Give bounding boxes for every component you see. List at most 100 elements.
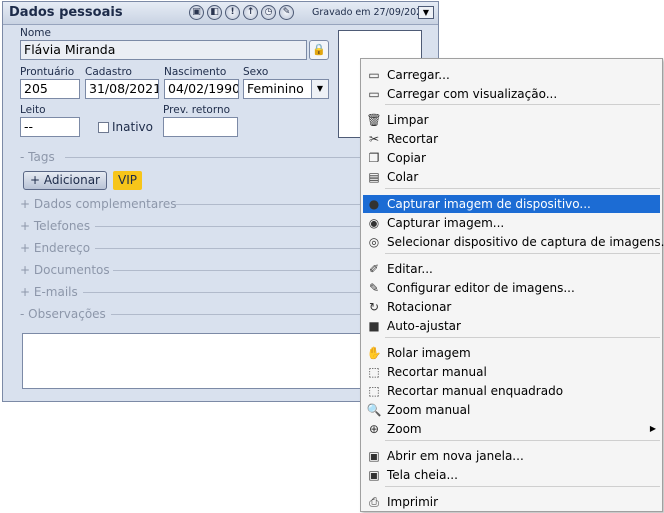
menu-item-label: Rotacionar [387,300,452,314]
zoom-icon: ⊕ [368,422,380,436]
menu-item[interactable]: ▣ Tela cheia... [363,466,660,484]
leito-field[interactable]: -- [20,117,80,137]
menu-item[interactable]: ↻ Rotacionar [363,298,660,316]
camera-icon: ◉ [368,216,380,230]
chevron-down-icon[interactable]: ▼ [311,80,328,98]
sexo-select[interactable]: Feminino ▼ [243,79,329,99]
panel-title: Dados pessoais [9,5,123,20]
add-tag-button[interactable]: + Adicionar [23,171,107,190]
menu-item[interactable]: ❐ Copiar [363,149,660,167]
menu-separator [385,486,660,487]
menu-item-label: Configurar editor de imagens... [387,281,575,295]
nome-field[interactable]: Flávia Miranda [20,40,307,60]
section-tags[interactable]: - Tags [20,150,55,164]
divider [95,226,361,227]
saved-status: Gravado em 27/09/2023 [312,7,429,18]
panel-titlebar: Dados pessoais ▣ ◧! ↑ ◷ ✎ Gravado em 27/09/2… [3,2,438,25]
menu-item[interactable]: ▣ Abrir em nova janela... [363,447,660,465]
nascimento-field[interactable]: 04/02/1990 [164,79,239,99]
menu-separator [385,253,660,254]
sexo-label: Sexo [243,66,269,78]
collapse-icon[interactable]: ▼ [418,6,434,19]
section-emails[interactable]: + E-mails [20,285,78,299]
menu-item-label: Editar... [387,262,433,276]
menu-item-label: Imprimir [387,495,439,509]
menu-item[interactable]: ◉ Capturar imagem... [363,214,660,232]
menu-item[interactable]: ✐ Editar... [363,260,660,278]
inativo-label: Inativo [112,120,153,134]
folder-preview-icon: ▭ [368,87,380,101]
leito-label: Leito [20,104,46,116]
menu-item[interactable]: ▭ Carregar... [363,66,660,84]
menu-item-label: Auto-ajustar [387,319,461,333]
menu-separator [385,337,660,338]
menu-item[interactable]: ■ Auto-ajustar [363,317,660,335]
brush-icon: ✐ [368,262,380,276]
menu-item[interactable]: ⊕ Zoom ▶ [363,420,660,438]
menu-item[interactable]: 🗑 Limpar [363,111,660,129]
camera-select-icon: ◎ [368,235,380,249]
trash-icon: 🗑 [366,113,382,127]
menu-item-label: Carregar com visualização... [387,87,558,101]
menu-separator [385,188,660,189]
menu-item[interactable]: ✎ Configurar editor de imagens... [363,279,660,297]
copy-icon: ❐ [368,151,380,165]
paste-icon: ▤ [368,170,380,184]
menu-item-label: Recortar [387,132,439,146]
alert-icon[interactable]: ! [225,5,240,20]
submenu-arrow-icon: ▶ [649,424,656,433]
section-telefones[interactable]: + Telefones [20,219,90,233]
lock-icon[interactable]: 🔒 [309,40,329,60]
crop-icon: ⬚ [368,365,380,379]
printer-icon: ⎙ [369,495,379,509]
menu-item[interactable]: ◎ Selecionar dispositivo de captura de im… [363,233,664,251]
section-endereco[interactable]: + Endereço [20,241,90,255]
document-icon[interactable]: ◧ [207,5,222,20]
image-context-menu: ▭ Carregar... ▭ Carregar com visualização..… [360,58,664,512]
menu-item-label: Limpar [387,113,429,127]
menu-item-label: Selecionar dispositivo de captura de ima… [387,235,664,249]
menu-item-label: Tela cheia... [387,468,458,482]
menu-item-label: Copiar [387,151,426,165]
section-dados-complementares[interactable]: + Dados complementares [20,197,177,211]
menu-item[interactable]: ▭ Carregar com visualização... [363,85,660,103]
menu-item[interactable]: ⬚ Recortar manual [363,363,660,381]
menu-item[interactable]: ▤ Colar [363,168,660,186]
up-arrow-icon[interactable]: ↑ [243,5,258,20]
editor-settings-icon: ✎ [368,281,380,295]
zoom-manual-icon: 🔍 [366,403,382,417]
menu-item[interactable]: ⬚ Recortar manual enquadrado [363,382,660,400]
menu-item-label: Colar [387,170,419,184]
prontuario-label: Prontuário [20,66,75,78]
prev-retorno-label: Prev. retorno [163,104,231,116]
section-observacoes[interactable]: - Observações [20,307,106,321]
section-documentos[interactable]: + Documentos [20,263,110,277]
menu-item[interactable]: ✂ Recortar [363,130,660,148]
inativo-checkbox[interactable] [98,122,109,133]
sexo-value: Feminino [247,81,304,96]
menu-separator [385,440,660,441]
menu-item[interactable]: ⎙ Imprimir [363,493,660,511]
vip-tag[interactable]: VIP [113,171,142,190]
hand-icon: ✋ [366,346,382,360]
menu-separator [385,104,660,105]
menu-item-label: Recortar manual enquadrado [387,384,564,398]
menu-item[interactable]: ✋ Rolar imagem [363,344,660,362]
cadastro-field[interactable]: 31/08/2021 [85,79,159,99]
scissors-icon: ✂ [368,132,380,146]
edit-pen-icon[interactable]: ✎ [279,5,294,20]
divider [95,248,361,249]
new-window-icon: ▣ [368,449,380,463]
prontuario-field[interactable]: 205 [20,79,80,99]
divider [111,314,361,315]
prev-retorno-field[interactable] [163,117,238,137]
divider [83,292,361,293]
cadastro-label: Cadastro [85,66,132,78]
auto-fit-icon: ■ [368,319,380,333]
menu-item-label: Carregar... [387,68,450,82]
save-icon[interactable]: ▣ [189,5,204,20]
menu-item-label: Capturar imagem... [387,216,505,230]
history-icon[interactable]: ◷ [261,5,276,20]
menu-item[interactable]: 🔍 Zoom manual [363,401,660,419]
menu-item[interactable]: ● Capturar imagem de dispositivo... [363,195,660,213]
